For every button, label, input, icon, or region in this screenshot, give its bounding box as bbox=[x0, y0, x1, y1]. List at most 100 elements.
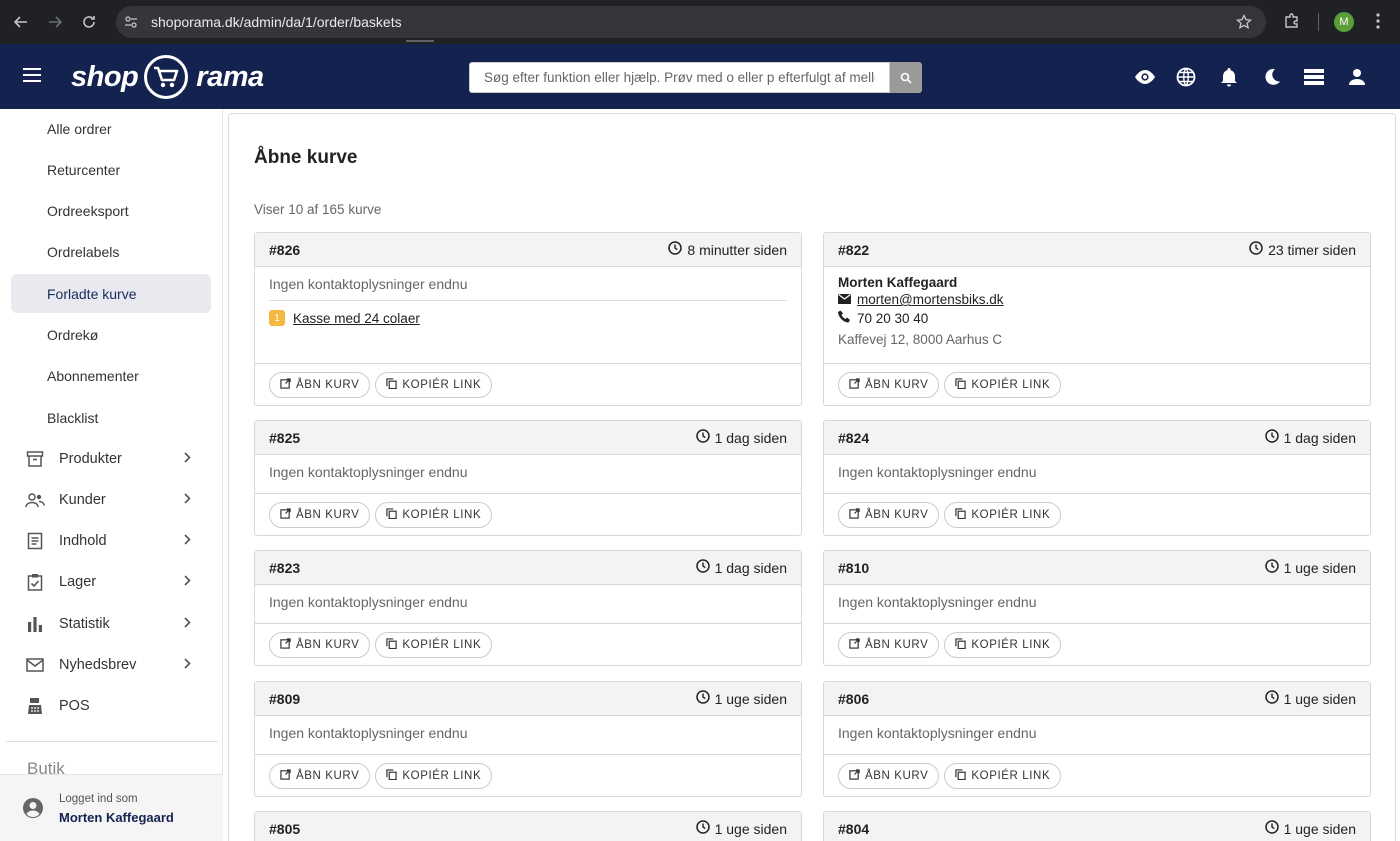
clock-icon bbox=[1264, 820, 1279, 837]
copy-link-button[interactable]: KOPIÉR LINK bbox=[375, 501, 493, 528]
copy-link-button[interactable]: KOPIÉR LINK bbox=[944, 371, 1062, 398]
basket-actions: ÅBN KURV KOPIÉR LINK bbox=[255, 754, 801, 796]
bell-icon[interactable] bbox=[1218, 66, 1240, 88]
profile-avatar[interactable]: M bbox=[1334, 12, 1354, 32]
browser-menu-icon[interactable] bbox=[1371, 12, 1385, 35]
open-external-icon bbox=[280, 377, 291, 392]
basket-card: #822 23 timer siden Morten Kaffegaard morte… bbox=[823, 232, 1371, 406]
copy-icon bbox=[955, 637, 967, 652]
contact-email-link[interactable]: morten@mortensbiks.dk bbox=[857, 292, 1004, 307]
basket-card: #810 1 uge siden Ingen kontaktoplysninger … bbox=[823, 550, 1371, 666]
open-basket-button[interactable]: ÅBN KURV bbox=[269, 631, 371, 658]
logged-in-user[interactable]: Logget ind som Morten Kaffegaard bbox=[0, 774, 223, 841]
basket-time-text: 1 uge siden bbox=[714, 820, 787, 837]
user-icon[interactable] bbox=[1346, 66, 1368, 88]
reload-icon[interactable] bbox=[72, 5, 106, 39]
open-external-icon bbox=[849, 377, 860, 392]
open-basket-button[interactable]: ÅBN KURV bbox=[269, 371, 371, 398]
back-icon[interactable] bbox=[4, 5, 38, 39]
sidebar-item-kunder[interactable]: Kunder bbox=[11, 480, 211, 519]
clock-icon bbox=[668, 241, 683, 258]
copy-icon bbox=[955, 377, 967, 392]
basket-actions: ÅBN KURV KOPIÉR LINK bbox=[255, 493, 801, 535]
url-text[interactable]: shoporama.dk/admin/da/1/order/baskets bbox=[151, 14, 402, 30]
logged-in-label: Logget ind som bbox=[59, 793, 138, 805]
moon-icon[interactable] bbox=[1261, 66, 1283, 88]
button-label: ÅBN KURV bbox=[296, 769, 360, 782]
eye-icon[interactable] bbox=[1134, 66, 1156, 88]
sidebar-item-alle-ordrer[interactable]: Alle ordrer bbox=[11, 109, 211, 148]
sidebar-item-indhold[interactable]: Indhold bbox=[11, 522, 211, 561]
sidebar-item-label: Alle ordrer bbox=[47, 120, 112, 137]
shoporama-logo[interactable]: shop rama bbox=[71, 52, 264, 102]
copy-link-button[interactable]: KOPIÉR LINK bbox=[944, 762, 1062, 789]
sidebar-item-statistik[interactable]: Statistik bbox=[11, 604, 211, 643]
bookmark-star-icon[interactable] bbox=[1235, 13, 1253, 35]
sidebar-item-ordreeksport[interactable]: Ordreeksport bbox=[11, 192, 211, 231]
forward-icon[interactable] bbox=[38, 5, 72, 39]
sidebar-item-forladte-kurve[interactable]: Forladte kurve bbox=[11, 274, 211, 314]
basket-body: Ingen kontaktoplysninger endnu bbox=[824, 716, 1370, 754]
basket-time: 1 dag siden bbox=[695, 429, 787, 446]
copy-link-button[interactable]: KOPIÉR LINK bbox=[375, 762, 493, 789]
button-label: ÅBN KURV bbox=[296, 508, 360, 521]
basket-header: #824 1 dag siden bbox=[824, 421, 1370, 455]
extensions-icon[interactable] bbox=[1283, 12, 1301, 35]
basket-header: #810 1 uge siden bbox=[824, 551, 1370, 585]
open-external-icon bbox=[280, 768, 291, 783]
clock-icon bbox=[695, 820, 710, 837]
no-contact-text: Ingen kontaktoplysninger endnu bbox=[838, 725, 1037, 741]
archive-icon bbox=[11, 450, 59, 468]
page-title: Åbne kurve bbox=[254, 147, 358, 168]
sidebar-item-label: Blacklist bbox=[47, 409, 99, 426]
basket-body: Ingen kontaktoplysninger endnu bbox=[255, 455, 801, 493]
sidebar-item-produkter[interactable]: Produkter bbox=[11, 439, 211, 478]
menu-icon[interactable] bbox=[22, 67, 42, 88]
basket-item-link[interactable]: Kasse med 24 colaer bbox=[293, 311, 420, 326]
sidebar-item-ordrekø[interactable]: Ordrekø bbox=[11, 316, 211, 355]
sidebar-item-returcenter[interactable]: Returcenter bbox=[11, 150, 211, 189]
clock-icon bbox=[1264, 429, 1279, 443]
basket-time: 1 dag siden bbox=[695, 559, 787, 576]
sidebar-item-blacklist[interactable]: Blacklist bbox=[11, 398, 211, 437]
open-external-icon bbox=[280, 637, 291, 652]
address-bar[interactable]: shoporama.dk/admin/da/1/order/baskets bbox=[116, 6, 1266, 38]
sidebar-item-ordrelabels[interactable]: Ordrelabels bbox=[11, 233, 211, 272]
basket-actions: ÅBN KURV KOPIÉR LINK bbox=[824, 363, 1370, 405]
sidebar-item-lager[interactable]: Lager bbox=[11, 563, 211, 602]
open-basket-button[interactable]: ÅBN KURV bbox=[838, 501, 940, 528]
sidebar-item-nyhedsbrev[interactable]: Nyhedsbrev bbox=[11, 646, 211, 685]
list-icon[interactable] bbox=[1303, 66, 1325, 88]
copy-link-button[interactable]: KOPIÉR LINK bbox=[944, 501, 1062, 528]
open-basket-button[interactable]: ÅBN KURV bbox=[269, 501, 371, 528]
clock-icon bbox=[695, 429, 710, 443]
open-basket-button[interactable]: ÅBN KURV bbox=[269, 762, 371, 789]
clock-icon bbox=[1264, 429, 1279, 446]
browser-chrome: shoporama.dk/admin/da/1/order/baskets M bbox=[0, 0, 1400, 44]
basket-actions: ÅBN KURV KOPIÉR LINK bbox=[824, 623, 1370, 665]
clock-icon bbox=[695, 820, 710, 834]
copy-link-button[interactable]: KOPIÉR LINK bbox=[375, 371, 493, 398]
copy-link-button[interactable]: KOPIÉR LINK bbox=[944, 631, 1062, 658]
search-input[interactable] bbox=[469, 62, 890, 93]
open-basket-button[interactable]: ÅBN KURV bbox=[838, 371, 940, 398]
sidebar-item-label: Abonnementer bbox=[47, 368, 139, 385]
open-basket-button[interactable]: ÅBN KURV bbox=[838, 762, 940, 789]
sidebar-item-abonnementer[interactable]: Abonnementer bbox=[11, 357, 211, 396]
copy-icon bbox=[386, 637, 398, 652]
copy-link-button[interactable]: KOPIÉR LINK bbox=[375, 631, 493, 658]
tab-indicator bbox=[406, 40, 434, 42]
basket-time: 1 uge siden bbox=[1264, 559, 1356, 576]
sidebar-item-pos[interactable]: POS bbox=[11, 687, 211, 726]
basket-time-text: 1 dag siden bbox=[714, 429, 787, 446]
sidebar-item-label: Statistik bbox=[59, 615, 110, 632]
button-label: KOPIÉR LINK bbox=[402, 769, 482, 782]
basket-id: #810 bbox=[838, 559, 870, 576]
search-button[interactable] bbox=[890, 62, 922, 93]
no-contact-text: Ingen kontaktoplysninger endnu bbox=[838, 594, 1037, 610]
site-settings-icon[interactable] bbox=[116, 15, 146, 29]
clock-icon bbox=[695, 429, 710, 446]
globe-icon[interactable] bbox=[1175, 66, 1197, 88]
no-contact-text: Ingen kontaktoplysninger endnu bbox=[838, 464, 1037, 480]
open-basket-button[interactable]: ÅBN KURV bbox=[838, 631, 940, 658]
